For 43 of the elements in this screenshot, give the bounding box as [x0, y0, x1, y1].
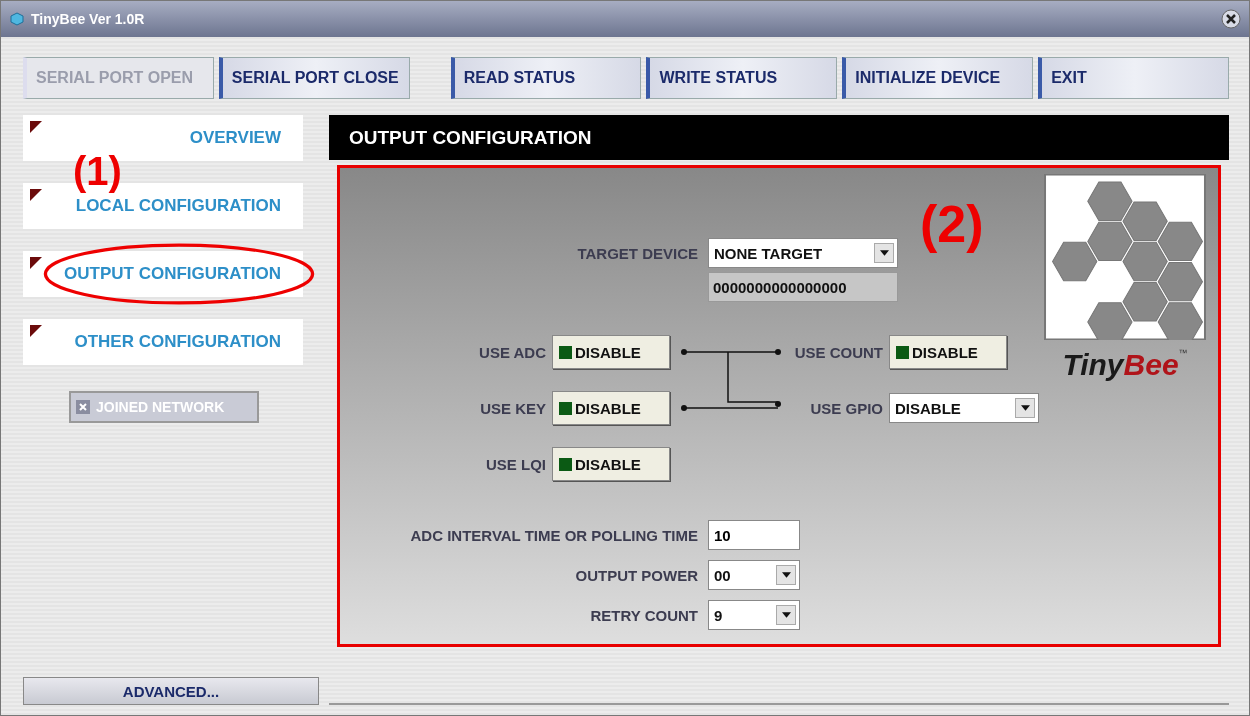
- setting-dropdown[interactable]: 9: [708, 600, 800, 630]
- logo-text: Tiny: [1062, 348, 1124, 381]
- caret-icon: [781, 572, 791, 578]
- advanced-button[interactable]: ADVANCED...: [23, 677, 319, 705]
- toggle-button[interactable]: DISABLE: [552, 447, 670, 481]
- panel-title: OUTPUT CONFIGURATION: [329, 115, 1229, 160]
- toolbar-button[interactable]: INITIALIZE DEVICE: [842, 57, 1034, 99]
- toggle-button[interactable]: DISABLE: [889, 335, 1007, 369]
- field-label: OUTPUT POWER: [575, 566, 698, 584]
- sidebar-item[interactable]: OUTPUT CONFIGURATION: [23, 251, 303, 297]
- logo-text: Bee: [1123, 348, 1179, 381]
- x-mark-icon: [78, 402, 88, 412]
- option-label: USE LQI: [486, 455, 546, 473]
- toolbar-button[interactable]: WRITE STATUS: [646, 57, 838, 99]
- toolbar-button[interactable]: EXIT: [1038, 57, 1229, 99]
- caret-icon: [781, 612, 791, 618]
- corner-marker-icon: [30, 257, 42, 269]
- corner-marker-icon: [30, 121, 42, 133]
- window-title: TinyBee Ver 1.0R: [31, 11, 146, 27]
- field-label: ADC INTERVAL TIME OR POLLING TIME: [410, 526, 698, 544]
- field-label: TARGET DEVICE: [577, 244, 698, 262]
- corner-marker-icon: [30, 325, 42, 337]
- target-device-dropdown[interactable]: NONE TARGET: [708, 238, 898, 268]
- caret-icon: [879, 250, 889, 256]
- setting-dropdown[interactable]: 00: [708, 560, 800, 590]
- caret-icon: [1020, 405, 1030, 411]
- app-icon: [9, 11, 25, 27]
- address-field: 0000000000000000: [708, 272, 898, 302]
- option-label: USE KEY: [480, 399, 546, 417]
- input-field[interactable]: 10: [708, 520, 800, 550]
- option-label: USE GPIO: [810, 399, 883, 417]
- corner-marker-icon: [30, 189, 42, 201]
- trademark-mark: ™: [1178, 348, 1188, 358]
- toggle-button[interactable]: DISABLE: [552, 335, 670, 369]
- close-icon[interactable]: [1221, 9, 1241, 29]
- option-label: USE ADC: [479, 343, 546, 361]
- toggle-button[interactable]: DISABLE: [552, 391, 670, 425]
- toolbar-button[interactable]: READ STATUS: [450, 57, 642, 99]
- option-label: USE COUNT: [794, 343, 883, 361]
- option-dropdown[interactable]: DISABLE: [889, 393, 1039, 423]
- sidebar-item[interactable]: OTHER CONFIGURATION: [23, 319, 303, 365]
- toolbar-button[interactable]: SERIAL PORT CLOSE: [218, 57, 410, 99]
- field-label: RETRY COUNT: [590, 606, 698, 624]
